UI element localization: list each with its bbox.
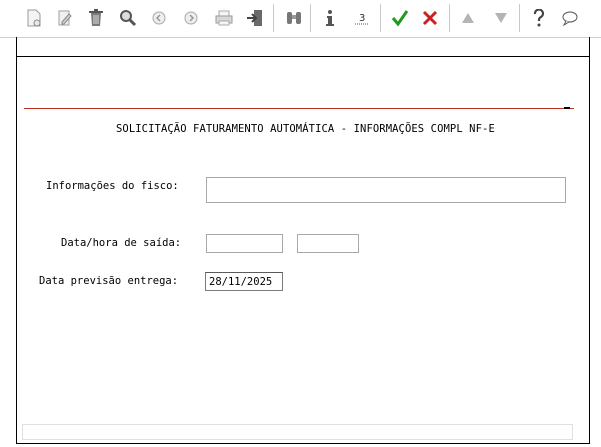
- confirm-check-icon[interactable]: [388, 6, 412, 30]
- header-rule: [24, 108, 574, 109]
- toolbar-separator: [310, 4, 311, 32]
- previous-icon[interactable]: [147, 6, 171, 30]
- toolbar-separator: [380, 4, 381, 32]
- arrow-down-icon[interactable]: [489, 6, 513, 30]
- rule-marker: [564, 107, 570, 109]
- help-icon[interactable]: [527, 6, 551, 30]
- trash-icon[interactable]: [84, 6, 108, 30]
- frame-left-edge: [16, 37, 17, 57]
- toolbar-separator: [273, 4, 274, 32]
- cancel-x-icon[interactable]: [418, 6, 442, 30]
- previsao-label: Data previsão entrega:: [39, 275, 179, 287]
- fisco-label: Informações do fisco:: [46, 180, 179, 192]
- previsao-date-input[interactable]: [205, 272, 283, 291]
- numbered-icon-digit: 3: [359, 13, 365, 24]
- comment-icon[interactable]: [558, 6, 582, 30]
- edit-icon[interactable]: [53, 6, 77, 30]
- binoculars-icon[interactable]: [282, 6, 306, 30]
- frame-right-edge: [589, 37, 590, 57]
- exit-icon[interactable]: [243, 6, 267, 30]
- fisco-input[interactable]: [206, 177, 566, 203]
- arrow-up-icon[interactable]: [456, 6, 480, 30]
- next-icon[interactable]: [179, 6, 203, 30]
- print-icon[interactable]: [212, 6, 236, 30]
- toolbar: 3: [0, 0, 601, 38]
- new-document-icon[interactable]: [22, 6, 46, 30]
- search-icon[interactable]: [116, 6, 140, 30]
- status-bar: [22, 424, 573, 440]
- saida-label: Data/hora de saída:: [61, 237, 182, 249]
- saida-date-input[interactable]: [206, 234, 283, 253]
- form-title: SOLICITAÇÃO FATURAMENTO AUTOMÁTICA - INF…: [116, 123, 495, 135]
- toolbar-separator: [449, 4, 450, 32]
- numbered-icon[interactable]: 3: [350, 6, 374, 30]
- saida-time-input[interactable]: [297, 234, 359, 253]
- toolbar-separator: [519, 4, 520, 32]
- info-icon[interactable]: [318, 6, 342, 30]
